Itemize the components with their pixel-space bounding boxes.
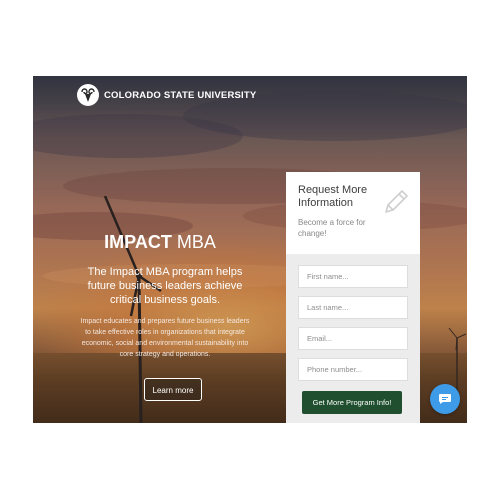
title-rest: MBA (171, 232, 216, 252)
chat-launcher-button[interactable] (430, 384, 460, 414)
get-program-info-button[interactable]: Get More Program Info! (302, 391, 402, 414)
hero-description: Impact educates and prepares future busi… (80, 318, 250, 358)
form-subtitle: Become a force for change! (298, 218, 366, 238)
hero-tagline: The Impact MBA program helps future busi… (87, 266, 243, 306)
last-name-field[interactable]: Last name... (298, 296, 408, 319)
title-bold: IMPACT (104, 232, 172, 252)
form-header: Request More Information Become a force … (286, 172, 420, 254)
university-name: COLORADO STATE UNIVERSITY (104, 89, 257, 101)
pencil-icon (385, 190, 408, 213)
phone-field[interactable]: Phone number... (298, 358, 408, 381)
request-info-form: Request More Information Become a force … (286, 172, 420, 423)
university-logo[interactable]: COLORADO STATE UNIVERSITY (77, 84, 256, 106)
form-title: Request More Information (298, 184, 368, 209)
learn-more-button[interactable]: Learn more (144, 378, 202, 401)
ram-head-icon (77, 84, 99, 106)
first-name-field[interactable]: First name... (298, 265, 408, 288)
email-field[interactable]: Email... (298, 327, 408, 350)
chat-bubble-icon (439, 394, 451, 404)
page-title: IMPACT MBA (33, 232, 287, 253)
